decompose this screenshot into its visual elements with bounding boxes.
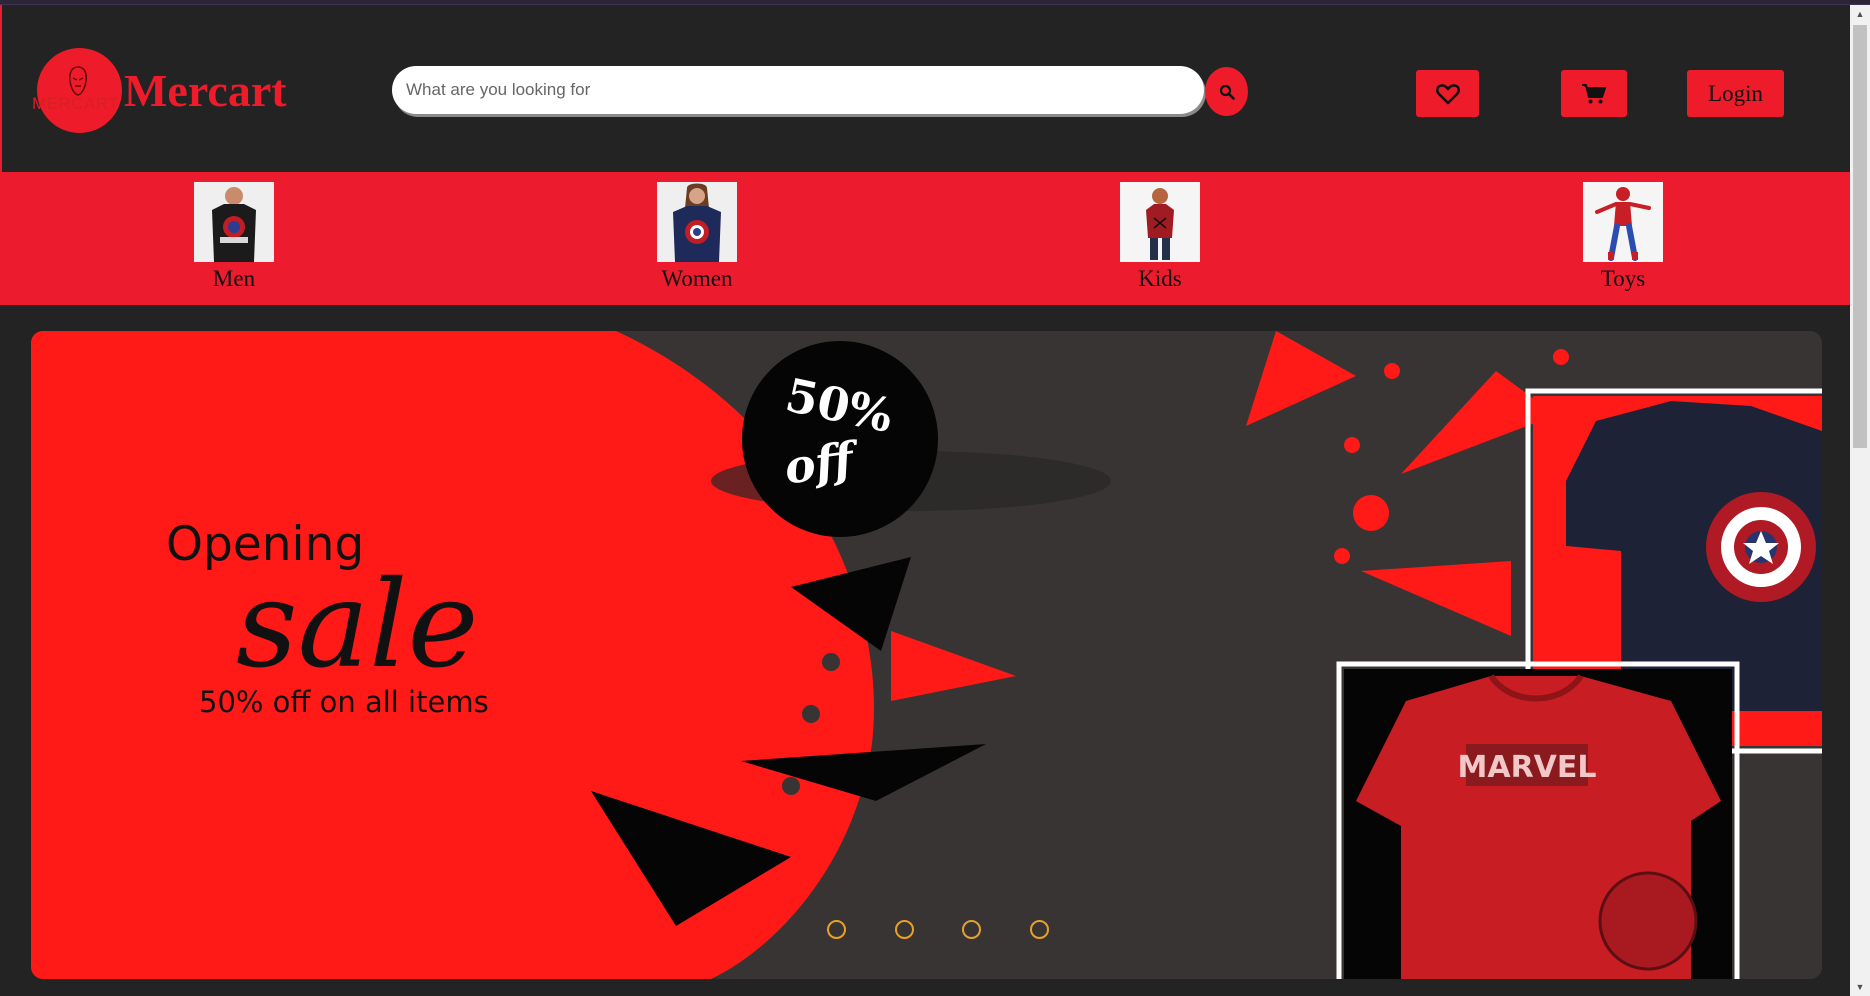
logo-small-text: MERCART [32,94,120,113]
banner-subheading: 50% off on all items [199,685,489,719]
scroll-up-arrow-icon[interactable]: ▲ [1850,5,1870,23]
heart-icon [1435,83,1460,104]
slider-dot-4[interactable] [1030,920,1049,939]
category-bar: Men Women Kids Toys [0,172,1850,305]
site-logo[interactable]: MERCART Mercart [32,48,287,138]
category-label: Women [661,266,733,291]
cart-icon [1582,83,1606,103]
wishlist-button[interactable] [1416,70,1479,117]
kids-tshirt-photo [1120,182,1200,262]
women-tshirt-photo [657,182,737,262]
banner-artwork: 50% off Opening sale 50% off on all item… [31,331,1822,979]
scroll-down-arrow-icon[interactable]: ▼ [1850,978,1870,996]
shirt-print-text: MARVEL [1458,750,1597,785]
category-women[interactable]: Women [637,182,757,300]
search-bar [392,66,1248,118]
category-label: Toys [1600,266,1646,291]
mask-icon [68,66,88,96]
slider-dot-3[interactable] [962,920,981,939]
slider-dot-2[interactable] [895,920,914,939]
category-kids[interactable]: Kids [1100,182,1220,300]
search-button[interactable] [1205,67,1248,116]
hero-banner[interactable]: 50% off Opening sale 50% off on all item… [31,331,1822,979]
men-tshirt-photo [194,182,274,262]
category-label: Kids [1138,266,1182,291]
spiderman-toy-photo [1583,182,1663,262]
banner-script-word: sale [236,556,479,695]
search-input[interactable] [392,66,1204,114]
site-header: MERCART Mercart Login [0,5,1850,172]
slider-dot-1[interactable] [827,920,846,939]
logo-name: Mercart [124,65,287,116]
scroll-thumb[interactable] [1853,25,1867,448]
cart-button[interactable] [1561,70,1627,117]
page-scrollbar[interactable]: ▲ ▼ [1850,5,1870,996]
category-label: Men [212,266,256,291]
slider-dots [0,920,1850,944]
search-icon [1219,84,1235,100]
category-toys[interactable]: Toys [1563,182,1683,300]
category-men[interactable]: Men [174,182,294,300]
login-button[interactable]: Login [1687,70,1784,117]
